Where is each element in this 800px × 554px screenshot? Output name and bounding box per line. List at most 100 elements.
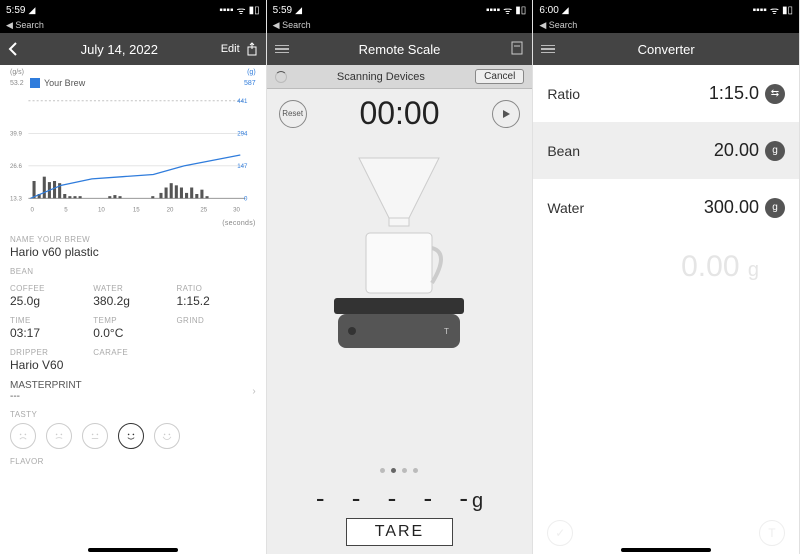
reset-button[interactable]: Reset [279, 100, 307, 128]
face-2[interactable] [46, 423, 72, 449]
spinner-icon [275, 71, 287, 83]
page-dots[interactable] [380, 468, 418, 473]
scanning-bar: Scanning Devices Cancel [267, 65, 533, 89]
stat-dripper: DRIPPERHario V60 [10, 348, 89, 372]
back-to-search[interactable]: ◀ Search [267, 20, 533, 33]
row-bean[interactable]: Bean 20.00g [533, 122, 799, 179]
stat-grind: GRIND [176, 316, 255, 340]
y-left-unit: (g/s) [10, 69, 24, 76]
legend-label: Your Brew [44, 78, 85, 88]
cancel-button[interactable]: Cancel [475, 69, 524, 84]
share-button[interactable] [246, 42, 258, 56]
signal-icon: ▪▪▪▪ [753, 5, 767, 16]
chevron-right-icon: › [252, 386, 255, 397]
status-bar: 5:59◢ ▪▪▪▪ᯤ▮▯ [267, 0, 533, 20]
status-time: 5:59 [6, 5, 25, 16]
svg-text:0: 0 [244, 195, 248, 202]
svg-text:30: 30 [233, 206, 240, 213]
stat-time: TIME03:17 [10, 316, 89, 340]
tasty-label: TASTY [10, 410, 256, 419]
face-5[interactable] [154, 423, 180, 449]
battery-icon: ▮▯ [249, 5, 260, 16]
location-icon: ◢ [28, 5, 35, 16]
y-right-unit: (g) [247, 69, 256, 76]
signal-icon: ▪▪▪▪ [486, 5, 500, 16]
signal-icon: ▪▪▪▪ [219, 5, 233, 16]
screen-converter: 6:00◢ ▪▪▪▪ᯤ▮▯ ◀ Search Converter Ratio 1… [533, 0, 800, 554]
svg-text:5: 5 [64, 206, 68, 213]
back-to-search[interactable]: ◀ Search [0, 20, 266, 33]
stat-water: WATER380.2g [93, 284, 172, 308]
svg-text:13.3: 13.3 [10, 195, 22, 202]
svg-text:26.6: 26.6 [10, 163, 22, 170]
wifi-icon: ᯤ [770, 3, 779, 17]
stat-temp: TEMP0.0°C [93, 316, 172, 340]
x-axis-label: (seconds) [10, 220, 256, 227]
stat-carafe: CARAFE [93, 348, 172, 372]
face-1[interactable] [10, 423, 36, 449]
status-bar: 6:00 ◢ ▪▪▪▪ᯤ▮▯ [533, 0, 799, 20]
play-button[interactable] [492, 100, 520, 128]
flavor-label: FLAVOR [10, 457, 256, 466]
face-4-selected[interactable] [118, 423, 144, 449]
tasty-faces [10, 423, 256, 449]
screen-brew-detail: 5:59 ◢ ▪▪▪▪ ᯤ ▮▯ ◀ Search July 14, 2022 … [0, 0, 267, 554]
confirm-button[interactable]: ✓ [547, 520, 573, 546]
water-unit[interactable]: g [765, 198, 785, 218]
location-icon: ◢ [562, 5, 569, 16]
stat-ratio: RATIO1:15.2 [176, 284, 255, 308]
t-button[interactable]: T [759, 520, 785, 546]
brew-chart: 39.9 26.6 13.3 441 294 147 0 [10, 90, 256, 220]
ratio-value: 1:15.0 [709, 83, 759, 104]
row-water[interactable]: Water 300.00g [533, 179, 799, 236]
scanning-label: Scanning Devices [287, 71, 476, 83]
menu-button[interactable] [541, 43, 555, 56]
header-bar: Remote Scale [267, 33, 533, 65]
svg-text:294: 294 [237, 130, 248, 137]
svg-text:39.9: 39.9 [10, 130, 22, 137]
screen-remote-scale: 5:59◢ ▪▪▪▪ᯤ▮▯ ◀ Search Remote Scale Scan… [267, 0, 534, 554]
home-indicator[interactable] [88, 548, 178, 552]
ratio-swap-icon[interactable]: ⇆ [765, 84, 785, 104]
edit-button[interactable]: Edit [221, 43, 240, 55]
svg-text:20: 20 [167, 206, 174, 213]
water-value: 300.00 [704, 197, 759, 218]
masterprint-row[interactable]: MASTERPRINT --- › [10, 380, 256, 402]
timer-display: 00:00 [359, 95, 439, 132]
status-time: 5:59 [273, 5, 292, 16]
header-title: July 14, 2022 [18, 42, 221, 57]
back-button[interactable] [8, 42, 18, 56]
header-title: Converter [555, 42, 777, 57]
svg-text:15: 15 [133, 206, 140, 213]
status-time: 6:00 [539, 5, 558, 16]
row-ratio[interactable]: Ratio 1:15.0⇆ [533, 65, 799, 122]
tare-button[interactable]: TARE [346, 518, 453, 546]
header-title: Remote Scale [289, 42, 511, 57]
svg-text:147: 147 [237, 163, 248, 170]
svg-text:441: 441 [237, 98, 248, 105]
bean-label: BEAN [10, 267, 256, 276]
back-to-search[interactable]: ◀ Search [533, 20, 799, 33]
svg-text:10: 10 [98, 206, 105, 213]
menu-button[interactable] [275, 43, 289, 56]
battery-icon: ▮▯ [782, 5, 793, 16]
face-3[interactable] [82, 423, 108, 449]
header-bar: July 14, 2022 Edit [0, 33, 266, 65]
bean-value: 20.00 [714, 140, 759, 161]
brew-body: (g/s) (g) 53.2 Your Brew 587 39.9 26.6 1… [0, 65, 266, 554]
scale-illustration: T [304, 138, 494, 462]
bean-unit[interactable]: g [765, 141, 785, 161]
location-icon: ◢ [295, 5, 302, 16]
status-right: ▪▪▪▪ ᯤ ▮▯ [219, 3, 259, 17]
scale-icon[interactable] [510, 40, 524, 59]
ghost-result: 0.00 g [533, 250, 799, 284]
wifi-icon: ᯤ [503, 3, 512, 17]
battery-icon: ▮▯ [515, 5, 526, 16]
brewname-field[interactable]: NAME YOUR BREW Hario v60 plastic [10, 235, 256, 259]
home-indicator[interactable] [621, 548, 711, 552]
stat-coffee: COFFEE25.0g [10, 284, 89, 308]
weight-display: - - - - -g [316, 483, 483, 514]
svg-text:T: T [444, 327, 449, 336]
header-bar: Converter [533, 33, 799, 65]
status-bar: 5:59 ◢ ▪▪▪▪ ᯤ ▮▯ [0, 0, 266, 20]
